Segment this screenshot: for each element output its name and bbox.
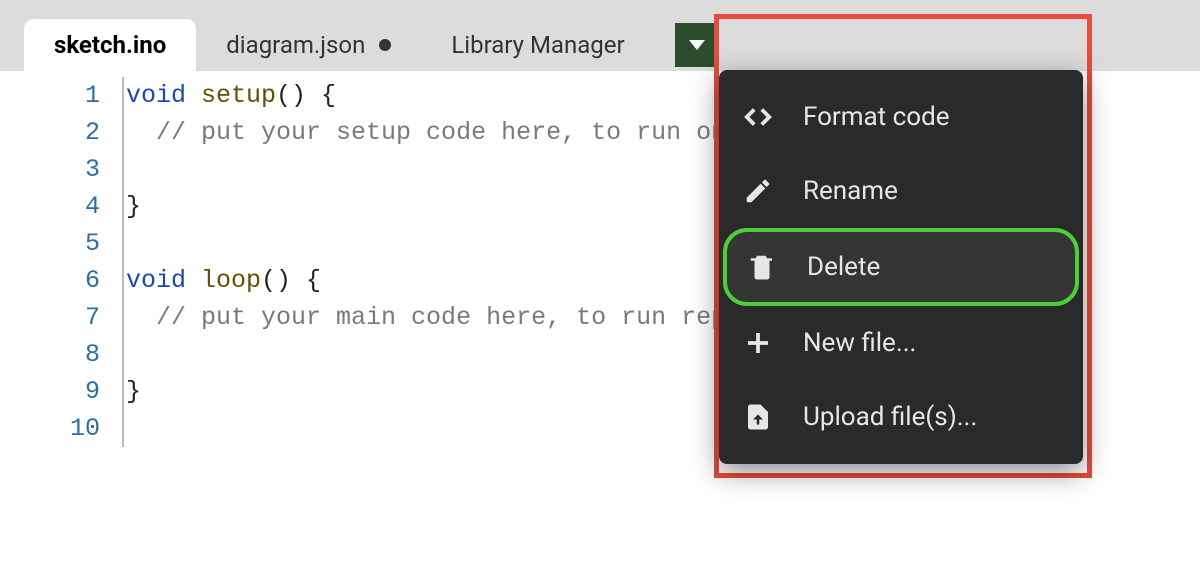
- trash-icon: [745, 250, 779, 284]
- menu-item-label: Format code: [803, 102, 950, 132]
- line-number: 6: [0, 262, 100, 299]
- tab-library-manager[interactable]: Library Manager: [421, 19, 654, 71]
- upload-icon: [741, 400, 775, 434]
- line-number: 3: [0, 151, 100, 188]
- menu-item-label: New file...: [803, 328, 916, 358]
- tab-sketch-ino[interactable]: sketch.ino: [24, 19, 196, 71]
- line-number: 1: [0, 77, 100, 114]
- menu-item-delete[interactable]: Delete: [723, 228, 1079, 306]
- line-number: 5: [0, 225, 100, 262]
- menu-item-label: Rename: [803, 176, 898, 206]
- line-number: 2: [0, 114, 100, 151]
- tab-label: Library Manager: [451, 31, 624, 59]
- plus-icon: [741, 326, 775, 360]
- line-number: 4: [0, 188, 100, 225]
- pencil-icon: [741, 174, 775, 208]
- line-number: 10: [0, 410, 100, 447]
- unsaved-dot-icon: [379, 39, 391, 51]
- line-number: 8: [0, 336, 100, 373]
- menu-item-upload-files[interactable]: Upload file(s)...: [719, 380, 1083, 454]
- line-number-gutter: 1 2 3 4 5 6 7 8 9 10: [0, 71, 122, 566]
- line-number: 9: [0, 373, 100, 410]
- tab-label: diagram.json: [226, 31, 365, 59]
- tab-bar: sketch.ino diagram.json Library Manager: [0, 0, 1200, 71]
- tab-actions-dropdown-button[interactable]: [675, 23, 719, 67]
- tab-diagram-json[interactable]: diagram.json: [196, 19, 421, 71]
- menu-item-label: Delete: [807, 252, 880, 282]
- line-number: 7: [0, 299, 100, 336]
- menu-item-rename[interactable]: Rename: [719, 154, 1083, 228]
- menu-item-format-code[interactable]: Format code: [719, 80, 1083, 154]
- caret-down-icon: [689, 40, 705, 50]
- tab-actions-menu: Format code Rename Delete New file... Up…: [719, 70, 1083, 464]
- tab-label: sketch.ino: [54, 31, 166, 59]
- code-icon: [741, 100, 775, 134]
- menu-item-new-file[interactable]: New file...: [719, 306, 1083, 380]
- menu-item-label: Upload file(s)...: [803, 402, 977, 432]
